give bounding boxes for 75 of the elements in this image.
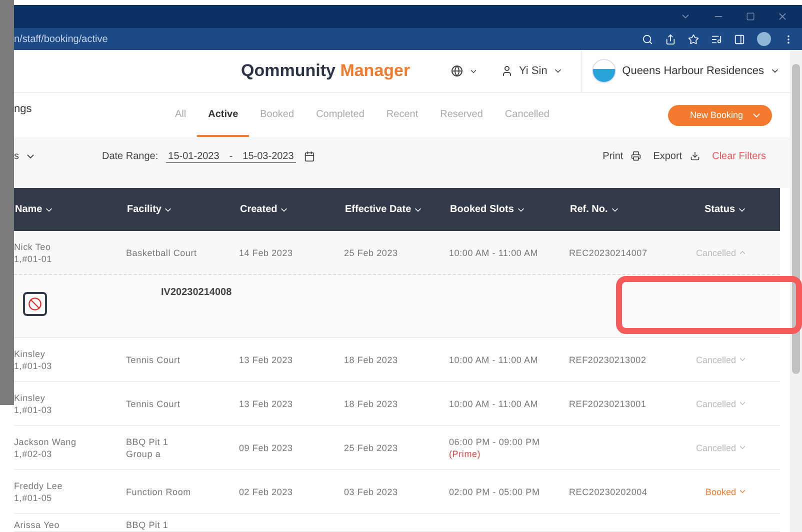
property-selector[interactable]: Queens Harbour Residences xyxy=(622,65,764,77)
close-icon[interactable] xyxy=(777,11,788,22)
status-tab[interactable]: Booked xyxy=(249,93,306,137)
date-cell-text: 18 Feb 2023 xyxy=(344,398,399,410)
status-label[interactable]: Booked xyxy=(705,486,736,496)
clear-filters-link[interactable]: Clear Filters xyxy=(712,151,766,162)
facility-cell-text: Basketball Court xyxy=(126,246,198,258)
date-range-field[interactable]: 15-01-2023 - 15-03-2023 xyxy=(166,151,296,163)
status-tab[interactable]: All xyxy=(164,93,198,137)
slot-cell-text: 06:00 PM - 09:00 PM (Prime) xyxy=(449,436,541,460)
date-range-label: Date Range: xyxy=(102,151,158,162)
column-header[interactable]: Ref. No. xyxy=(569,204,679,215)
column-header[interactable]: Status xyxy=(679,204,765,215)
expand-chevron-icon[interactable] xyxy=(738,487,747,496)
date-cell-text: 02 Feb 2023 xyxy=(239,486,294,498)
resident-cell-text: Arissa Yeo xyxy=(14,519,61,531)
column-header[interactable]: Booked Slots xyxy=(449,204,569,215)
printer-icon[interactable] xyxy=(631,151,642,161)
facility-cell-text: Function Room xyxy=(126,486,192,498)
resident-cell-text: Jackson Wang 1,#02-03 xyxy=(14,436,78,460)
ref-cell-text: REF20230213001 xyxy=(569,398,648,410)
export-link[interactable]: Export xyxy=(653,151,682,162)
property-logo xyxy=(592,59,616,83)
zoom-icon[interactable] xyxy=(642,34,653,44)
date-cell-text: 14 Feb 2023 xyxy=(239,246,294,258)
status-tab[interactable]: Recent xyxy=(375,93,430,137)
share-icon[interactable] xyxy=(665,34,676,44)
slot-cell-text: 10:00 AM - 11:00 AM xyxy=(449,246,540,258)
date-cell-text: 13 Feb 2023 xyxy=(239,354,294,366)
date-cell-text: 18 Feb 2023 xyxy=(344,354,399,366)
no-entry-icon xyxy=(28,297,42,311)
print-link[interactable]: Print xyxy=(602,151,624,162)
resident-cell-text: Kinsley 1,#01-03 xyxy=(14,348,53,372)
slot-cell-text: 10:00 AM - 11:00 AM xyxy=(449,354,540,366)
slot-cell-text: 10:00 AM - 11:00 AM xyxy=(449,398,540,410)
date-cell-text: 13 Feb 2023 xyxy=(239,398,294,410)
slot-cell-text: 02:00 PM - 05:00 PM xyxy=(449,486,541,498)
date-cell-text: 09 Feb 2023 xyxy=(239,442,294,454)
date-cell-text: 25 Feb 2023 xyxy=(344,246,399,258)
ref-cell-text: REF20230213002 xyxy=(569,354,648,366)
ref-cell-text: REC20230214007 xyxy=(569,246,648,258)
resident-cell-text: Kinsley 1,#01-03 xyxy=(14,392,53,416)
column-header[interactable]: Facility xyxy=(126,204,239,215)
new-booking-button[interactable]: New Booking xyxy=(668,104,772,126)
status-tab[interactable]: Reserved xyxy=(429,93,494,137)
booking-row[interactable]: Freddy Lee 1,#01-05 Function Room 02 Feb 2023 03 Feb 2023 02:00 PM - 05:00 PM REC20230202004 Booked xyxy=(14,470,780,514)
facility-cell-text: Tennis Court xyxy=(126,398,182,410)
profile-avatar[interactable] xyxy=(757,32,771,46)
user-name[interactable]: Yi Sin xyxy=(519,65,548,77)
user-icon[interactable] xyxy=(501,65,513,77)
restore-icon[interactable] xyxy=(746,12,755,21)
side-panel-icon[interactable] xyxy=(734,34,745,44)
column-header[interactable]: Name xyxy=(14,204,126,215)
ref-cell-text: REC20230202004 xyxy=(569,486,648,498)
app-logo: Qommunity Manager xyxy=(241,61,412,81)
globe-icon[interactable] xyxy=(451,65,463,77)
resident-cell-text: Freddy Lee 1,#01-05 xyxy=(14,480,64,504)
column-header[interactable]: Effective Date xyxy=(344,204,449,215)
status-tab[interactable]: Completed xyxy=(305,93,376,137)
date-cell-text: 25 Feb 2023 xyxy=(344,442,399,454)
bookmark-star-icon[interactable] xyxy=(688,34,699,44)
facility-cell-text: BBQ Pit 1 xyxy=(126,519,170,531)
date-cell-text: 03 Feb 2023 xyxy=(344,486,399,498)
facility-cell-text: BBQ Pit 1 Group a xyxy=(126,436,170,460)
filter-dropdown[interactable]: s xyxy=(14,151,19,162)
facility-cell-text: Tennis Court xyxy=(126,354,182,366)
resident-cell-text: Nick Teo 1,#01-01 xyxy=(14,240,53,264)
booking-row[interactable]: Arissa Yeo BBQ Pit 1 xyxy=(14,514,780,532)
invoice-ref: IV20230214008 xyxy=(161,287,232,298)
download-icon[interactable] xyxy=(690,151,700,161)
status-tab[interactable]: Cancelled xyxy=(494,93,560,137)
playlist-icon[interactable] xyxy=(711,34,722,44)
page-title: ngs xyxy=(14,103,33,115)
calendar-icon[interactable] xyxy=(304,151,315,162)
column-header[interactable]: Created xyxy=(239,204,344,215)
